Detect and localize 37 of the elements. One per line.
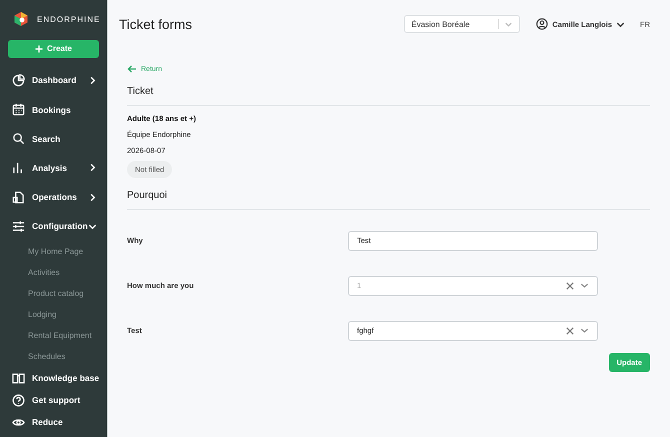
bars-icon [12, 161, 25, 174]
clear-icon[interactable] [566, 282, 574, 290]
user-icon [536, 18, 548, 30]
footer-item[interactable]: Reduce [0, 411, 107, 433]
sliders-icon [12, 220, 25, 233]
section-heading: Ticket [127, 86, 154, 97]
nav-item[interactable]: Bookings [0, 94, 107, 124]
logo-icon [13, 11, 29, 28]
footer-item[interactable]: Get support [0, 389, 107, 411]
search-icon [12, 132, 25, 146]
chevron-down-icon[interactable] [580, 281, 589, 290]
chevron-down-icon[interactable] [580, 326, 589, 335]
calendar-icon [12, 103, 25, 116]
submenu-item[interactable]: Schedules [0, 346, 107, 367]
submenu-item[interactable]: My Home Page [0, 241, 107, 262]
submenu-item[interactable]: Lodging [0, 304, 107, 325]
pie-icon [12, 74, 25, 87]
arrow-left-icon [127, 64, 137, 74]
plus-icon [35, 44, 44, 53]
nav-item[interactable]: Dashboard [0, 66, 107, 95]
book-icon [12, 372, 25, 384]
nav-item[interactable]: Search [0, 124, 107, 154]
doc-icon [12, 190, 25, 204]
help-icon [12, 394, 25, 406]
section-heading: Pourquoi [127, 190, 168, 201]
chevron-down-icon [616, 20, 625, 28]
clear-icon[interactable] [566, 326, 574, 334]
organization-select[interactable]: Évasion Boréale [404, 15, 520, 33]
submenu-item[interactable]: Activities [0, 262, 107, 283]
submenu-item[interactable]: Rental Equipment [0, 325, 107, 346]
brand-name: ENDORPHINE [37, 14, 100, 24]
nav-item[interactable]: Operations [0, 182, 107, 212]
footer-item[interactable]: Knowledge base [0, 367, 107, 389]
page-title: Ticket forms [119, 16, 194, 32]
nav-item[interactable]: Configuration [0, 212, 107, 241]
submenu-item[interactable]: Product catalog [0, 283, 107, 304]
nav-item[interactable]: Analysis [0, 153, 107, 183]
